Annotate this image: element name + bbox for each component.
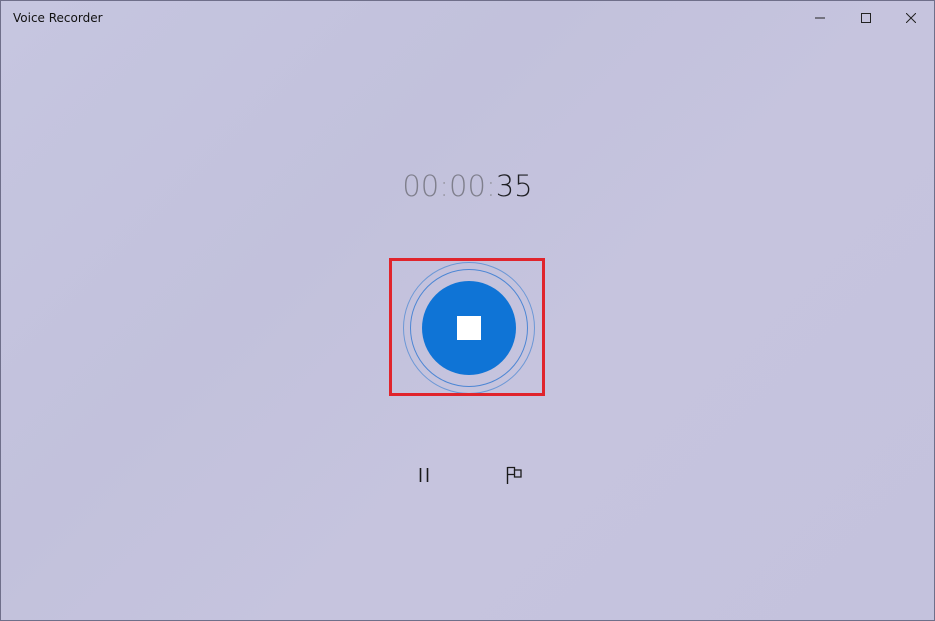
stop-recording-control bbox=[401, 260, 537, 396]
timer-separator: : bbox=[439, 169, 450, 203]
title-bar[interactable]: Voice Recorder bbox=[1, 1, 934, 35]
add-marker-button[interactable] bbox=[496, 457, 532, 493]
maximize-button[interactable] bbox=[843, 1, 889, 35]
timer-seconds: 35 bbox=[495, 169, 533, 203]
stop-square-icon bbox=[457, 316, 481, 340]
minimize-icon bbox=[815, 17, 825, 19]
stop-recording-button[interactable] bbox=[422, 281, 516, 375]
pause-icon bbox=[419, 468, 429, 482]
timer-separator: : bbox=[485, 169, 496, 203]
flag-icon bbox=[506, 466, 522, 484]
voice-recorder-window: Voice Recorder 00:00:35 bbox=[0, 0, 935, 621]
pause-recording-button[interactable] bbox=[406, 457, 442, 493]
window-title: Voice Recorder bbox=[13, 11, 103, 25]
recording-timer: 00:00:35 bbox=[1, 169, 934, 203]
minimize-button[interactable] bbox=[797, 1, 843, 35]
maximize-icon bbox=[861, 13, 871, 23]
timer-minutes: 00 bbox=[449, 169, 486, 203]
close-icon bbox=[906, 13, 916, 23]
close-button[interactable] bbox=[888, 1, 934, 35]
timer-hours: 00 bbox=[402, 169, 440, 203]
